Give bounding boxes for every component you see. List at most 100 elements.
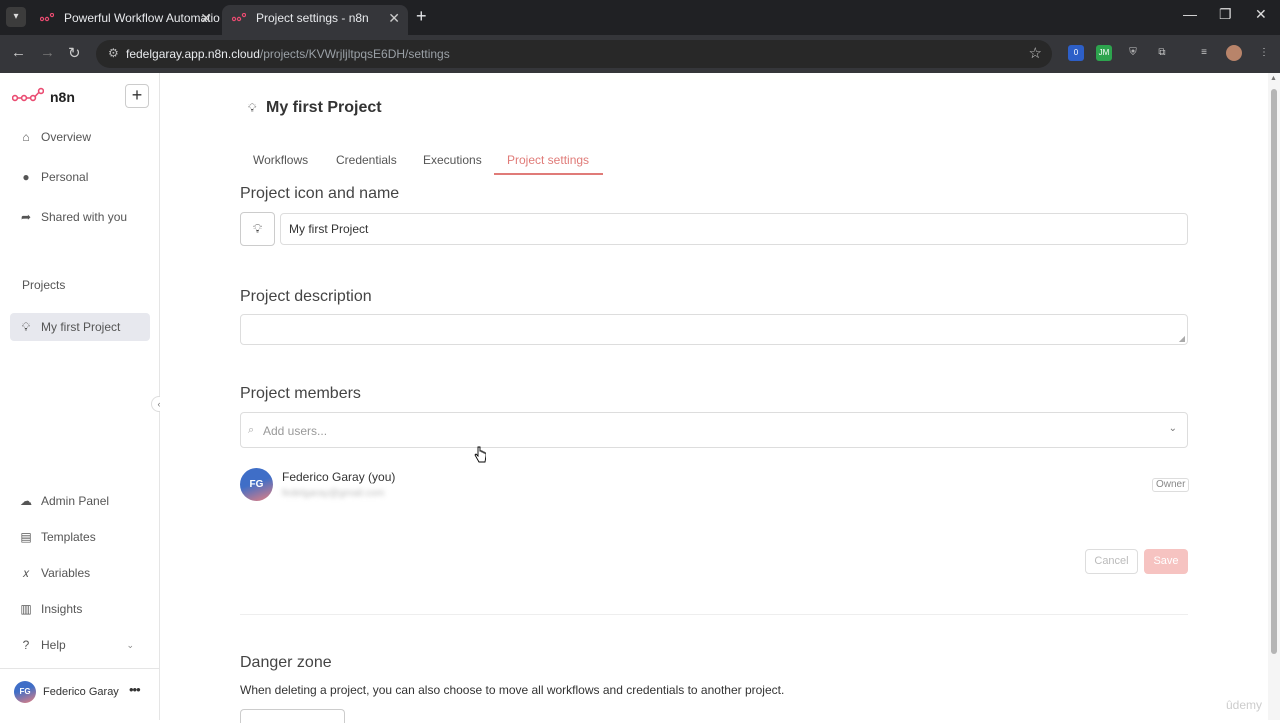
description-section-title: Project description <box>240 288 372 305</box>
lightbulb-icon: 💡︎ <box>248 101 257 115</box>
sidebar-item-overview[interactable]: ⌂ Overview <box>10 123 150 151</box>
browser-toolbar: ← → ↻ ⚙ fedelgaray.app.n8n.cloud/project… <box>0 35 1280 73</box>
puzzle-extensions-icon[interactable]: ⧉ <box>1154 45 1170 61</box>
user-icon: ● <box>22 170 30 184</box>
hand-cursor-icon <box>474 446 486 463</box>
projects-section-label: Projects <box>22 278 66 292</box>
sidebar-item-label: Shared with you <box>41 210 128 224</box>
danger-zone-description: When deleting a project, you can also ch… <box>240 683 785 697</box>
bookmark-star-icon[interactable]: ☆ <box>1029 44 1042 62</box>
brand-name: n8n <box>50 89 75 105</box>
sidebar-item-label: Help <box>41 638 66 652</box>
forward-arrow-icon[interactable]: → <box>40 44 55 61</box>
profile-avatar-icon[interactable] <box>1226 45 1242 61</box>
more-options-icon[interactable]: ••• <box>129 682 141 697</box>
chevron-down-icon: ⌄ <box>1168 423 1177 434</box>
sidebar-item-label: My first Project <box>41 320 121 334</box>
lightbulb-icon: 💡︎ <box>21 320 31 334</box>
sidebar-item-templates[interactable]: ▤ Templates <box>10 523 150 551</box>
scroll-up-arrow-icon[interactable]: ▲ <box>1270 75 1277 82</box>
variable-icon: 𝑥 <box>22 566 30 580</box>
sidebar-item-personal[interactable]: ● Personal <box>10 163 150 191</box>
lightbulb-icon: 💡︎ <box>252 221 263 236</box>
main-content: 💡︎ My first Project Workflows Credential… <box>160 73 1268 723</box>
sidebar-item-variables[interactable]: 𝑥 Variables <box>10 559 150 587</box>
browser-tab-project-settings[interactable]: Project settings - n8n ✕ <box>222 5 408 35</box>
minimize-icon[interactable]: — <box>1183 6 1197 22</box>
share-icon: ➦ <box>20 210 32 224</box>
tab-credentials[interactable]: Credentials <box>336 153 397 167</box>
sidebar-item-label: Personal <box>41 170 89 184</box>
sidebar-item-admin-panel[interactable]: ☁ Admin Panel <box>10 487 150 515</box>
extension-label: JM <box>1098 48 1110 57</box>
browser-tab-bar: ▾ Powerful Workflow Automation ✕ Project… <box>0 0 1280 35</box>
chevron-down-icon: ⌄ <box>126 640 134 650</box>
sidebar-item-my-first-project[interactable]: 💡︎ My first Project <box>10 313 150 341</box>
sidebar-item-label: Overview <box>41 130 92 144</box>
sidebar-item-help[interactable]: ? Help ⌄ <box>10 631 150 659</box>
danger-zone-title: Danger zone <box>240 654 332 671</box>
extension-icon[interactable]: 0 <box>1068 45 1084 61</box>
tab-workflows[interactable]: Workflows <box>253 153 308 167</box>
tab-list-chevron-icon[interactable]: ▾ <box>6 7 26 27</box>
close-tab-icon[interactable]: ✕ <box>388 5 400 31</box>
url-text: fedelgaray.app.n8n.cloud/projects/KVWrjl… <box>126 47 450 61</box>
n8n-favicon-icon <box>232 13 246 22</box>
question-icon: ? <box>22 638 30 652</box>
avatar[interactable]: FG <box>14 681 36 703</box>
member-email: fedelgaray@gmail.com <box>282 488 385 499</box>
sidebar: n8n + ⌂ Overview ● Personal ➦ Shared wit… <box>0 73 167 720</box>
tab-title: Project settings - n8n <box>256 11 369 25</box>
resize-grip-icon[interactable]: ◢ <box>1179 334 1185 343</box>
n8n-favicon-icon <box>40 13 54 22</box>
avatar: FG <box>240 468 273 501</box>
add-users-placeholder: Add users... <box>263 424 328 438</box>
template-icon: ▤ <box>20 530 32 544</box>
sidebar-item-label: Templates <box>41 530 96 544</box>
delete-project-button[interactable] <box>240 709 345 723</box>
search-icon: ⌕ <box>248 424 255 436</box>
project-icon-picker-button[interactable]: 💡︎ <box>240 212 275 246</box>
create-button[interactable]: + <box>125 84 149 108</box>
scrollbar[interactable]: ▲ <box>1268 73 1280 720</box>
sidebar-item-insights[interactable]: ▥ Insights <box>10 595 150 623</box>
cancel-button[interactable]: Cancel <box>1085 549 1138 574</box>
save-button[interactable]: Save <box>1144 549 1188 574</box>
active-tab-indicator <box>494 173 603 175</box>
extension-badge: 0 <box>1073 48 1079 57</box>
member-name: Federico Garay (you) <box>282 470 396 484</box>
browser-menu-icon[interactable]: ⋮ <box>1256 45 1272 61</box>
cloud-icon: ☁ <box>20 494 32 508</box>
reload-icon[interactable]: ↻ <box>68 44 81 62</box>
shield-extension-icon[interactable]: ⛨ <box>1125 45 1141 61</box>
icon-name-section-title: Project icon and name <box>240 185 400 202</box>
project-description-textarea[interactable]: ◢ <box>240 314 1188 345</box>
tab-project-settings[interactable]: Project settings <box>507 153 589 167</box>
jm-extension-icon[interactable]: JM <box>1096 45 1112 61</box>
add-users-select[interactable]: ⌕ Add users... ⌄ <box>240 412 1188 448</box>
media-controls-icon[interactable]: ≡ <box>1196 45 1212 61</box>
sidebar-item-shared[interactable]: ➦ Shared with you <box>10 203 150 231</box>
members-section-title: Project members <box>240 385 361 402</box>
address-bar[interactable]: ⚙ fedelgaray.app.n8n.cloud/projects/KVWr… <box>96 40 1052 68</box>
divider <box>240 614 1188 615</box>
sidebar-item-label: Variables <box>41 566 91 580</box>
sidebar-item-label: Admin Panel <box>41 494 110 508</box>
chart-icon: ▥ <box>20 602 32 616</box>
close-tab-icon[interactable]: ✕ <box>200 5 212 31</box>
restore-icon[interactable]: ❐ <box>1219 6 1232 23</box>
sidebar-item-label: Insights <box>41 602 83 616</box>
back-arrow-icon[interactable]: ← <box>11 44 26 61</box>
page-title: My first Project <box>266 99 382 116</box>
user-name: Federico Garay <box>43 686 119 698</box>
tab-executions[interactable]: Executions <box>423 153 482 167</box>
site-info-icon[interactable]: ⚙ <box>108 46 119 60</box>
new-tab-plus-icon[interactable]: + <box>416 6 427 27</box>
watermark-logo: ûdemy <box>1226 698 1263 712</box>
browser-tab-workflow-automation[interactable]: Powerful Workflow Automation ✕ <box>30 5 220 35</box>
n8n-logo-icon <box>12 87 44 102</box>
project-name-input[interactable] <box>280 213 1188 245</box>
role-badge: Owner <box>1152 478 1190 492</box>
scroll-thumb[interactable] <box>1271 89 1277 654</box>
close-window-icon[interactable]: ✕ <box>1255 6 1267 23</box>
